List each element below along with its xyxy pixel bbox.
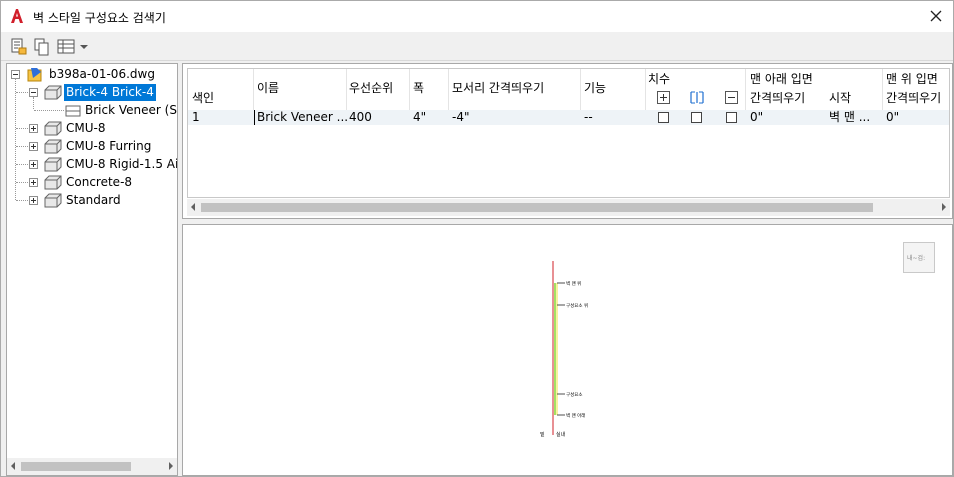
scroll-thumb[interactable] [21,462,131,471]
header-index[interactable]: 색인 [192,89,214,106]
tree-item-concrete-8[interactable]: Concrete-8 [7,174,177,192]
wall-style-icon [43,85,63,103]
cell-name[interactable]: Brick Veneer ... [254,110,348,125]
header-dimension[interactable]: 치수 [648,70,670,87]
expand-icon[interactable] [29,160,38,169]
tree-guide-line [16,128,28,129]
copy-icon [34,38,49,56]
drawing-file-icon [27,66,45,86]
title-bar: 벽 스타일 구성요소 검색기 [1,1,953,32]
tree-item-label: CMU-8 Rigid-1.5 Air [66,157,178,171]
view-direction-button[interactable]: 내~검: [903,242,935,273]
tree-guide-line [16,164,28,165]
expand-icon[interactable] [29,142,38,151]
component-grid-panel: 색인 이름 우선순위 폭 모서리 간격띄우기 기능 치수 맨 아래 입면 간격띄… [182,63,953,219]
cell-width[interactable]: 4" [413,110,426,125]
tree-item-standard[interactable]: Standard [7,192,177,210]
component-grid: 색인 이름 우선순위 폭 모서리 간격띄우기 기능 치수 맨 아래 입면 간격띄… [187,68,950,198]
tree-item-label: Standard [66,193,121,207]
wall-style-icon [43,121,63,139]
wall-style-icon [43,193,63,211]
scroll-left-icon[interactable] [11,462,15,470]
tree-item-label: CMU-8 Furring [66,139,152,153]
component-tree: b398a-01-06.dwg Brick-4 Brick-4 Brick Ve… [6,63,178,476]
close-icon [930,10,942,22]
scroll-right-icon[interactable] [942,203,946,211]
label-component-bottom: 구성요소 [566,391,583,398]
dimension-checkbox-1[interactable] [658,112,669,123]
autocad-a-icon [9,8,25,24]
tree-item-label: Concrete-8 [66,175,133,189]
header-priority[interactable]: 우선순위 [349,79,393,96]
header-name[interactable]: 이름 [257,79,279,96]
label-wall-bottom: 벽 맨 아래 [566,412,585,419]
cell-top-offset[interactable]: 0" [886,110,899,125]
copy-button[interactable] [32,37,52,57]
header-function[interactable]: 기능 [584,79,606,96]
tree-item-label: Brick Veneer (Str [85,103,178,117]
cell-priority[interactable]: 400 [349,110,372,125]
tree-guide-line [34,110,64,111]
tree-item-label: CMU-8 [66,121,106,135]
component-browser-window: 벽 스타일 구성요소 검색기 b398a-01-06.dwg Brick-4 B… [0,0,954,477]
dimension-checkbox-2[interactable] [691,112,702,123]
label-component-top: 구성요소 위 [566,302,588,309]
wall-style-icon [43,175,63,193]
component-icon [65,104,81,121]
cell-bottom-offset[interactable]: 0" [750,110,763,125]
tree-horizontal-scrollbar[interactable] [7,458,177,475]
header-top-offset[interactable]: 간격띄우기 [886,89,941,106]
tree-item-cmu-8-rigid[interactable]: CMU-8 Rigid-1.5 Air [7,156,177,174]
scroll-left-icon[interactable] [191,203,195,211]
header-bottom-elevation[interactable]: 맨 아래 입면 [750,70,813,87]
collapse-icon[interactable] [29,88,38,97]
scroll-right-icon[interactable] [169,462,173,470]
tree-root-label: b398a-01-06.dwg [49,67,155,81]
tree-item-brick-veneer[interactable]: Brick Veneer (Str [7,102,177,120]
scroll-thumb[interactable] [201,203,873,212]
tree-item-label: Brick-4 Brick-4 [64,84,156,101]
expand-icon[interactable] [29,178,38,187]
tree-root[interactable]: b398a-01-06.dwg [7,66,177,84]
header-bottom-offset[interactable]: 간격띄우기 [750,89,805,106]
view-direction-label: 내~검: [907,255,926,262]
expand-icon[interactable] [29,124,38,133]
view-options-button[interactable] [56,37,92,57]
wall-section-preview: 벽 맨 위 구성요소 위 구성요소 벽 맨 아래 밑 실내 [540,261,588,438]
header-width[interactable]: 폭 [413,79,424,96]
cell-bottom-from[interactable]: 벽 맨 ... [829,110,870,125]
window-title: 벽 스타일 구성요소 검색기 [33,11,166,25]
cell-index[interactable]: 1 [192,110,200,125]
header-edge-offset[interactable]: 모서리 간격띄우기 [452,79,544,96]
tree-guide-line [16,92,28,93]
dimension-remove-icon[interactable] [725,91,738,107]
toolbar [1,32,953,61]
expand-icon[interactable] [29,196,38,205]
dimension-checkbox-3[interactable] [726,112,737,123]
label-base-left: 밑 [540,431,545,438]
wall-preview-panel: 벽 맨 위 구성요소 위 구성요소 벽 맨 아래 밑 실내 내~검: [182,224,953,476]
label-base-right: 실내 [556,431,566,438]
document-properties-icon [11,38,27,55]
dimension-add-icon[interactable] [657,91,670,107]
tree-guide-line [16,200,28,201]
table-view-icon [57,39,88,54]
dimension-center-icon[interactable] [690,91,704,107]
header-bottom-from[interactable]: 시작 [829,89,851,106]
tree-guide-line [16,146,28,147]
cell-edge-offset[interactable]: -4" [452,110,469,125]
cell-function[interactable]: -- [584,110,593,125]
wall-style-icon [43,139,63,157]
label-wall-top: 벽 맨 위 [566,280,581,287]
tree-item-cmu-8[interactable]: CMU-8 [7,120,177,138]
header-top-elevation[interactable]: 맨 위 입면 [886,70,938,87]
grid-horizontal-scrollbar[interactable] [187,199,950,216]
close-button[interactable] [919,1,953,32]
grid-header: 색인 이름 우선순위 폭 모서리 간격띄우기 기능 치수 맨 아래 입면 간격띄… [188,69,949,110]
select-objects-button[interactable] [10,37,30,57]
wall-style-icon [43,157,63,175]
tree-guide-line [16,182,28,183]
tree-item-cmu-8-furring[interactable]: CMU-8 Furring [7,138,177,156]
